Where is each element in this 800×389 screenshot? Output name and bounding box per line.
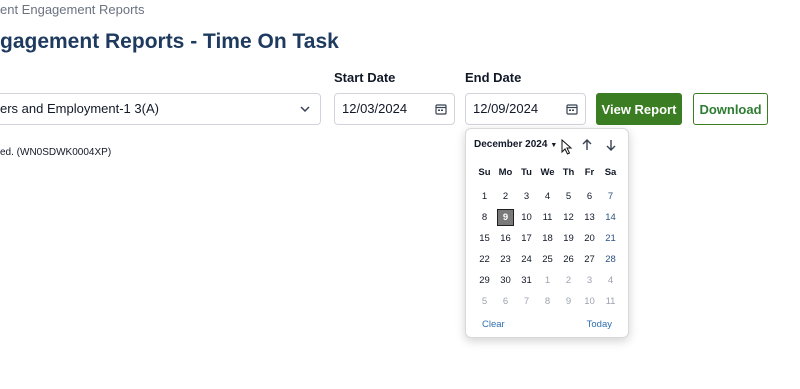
mouse-cursor-icon bbox=[561, 139, 573, 155]
end-date-label: End Date bbox=[465, 70, 522, 85]
calendar-day[interactable]: 4 bbox=[537, 186, 558, 207]
caret-down-icon: ▼ bbox=[550, 142, 558, 149]
weekday-header: Su bbox=[478, 167, 491, 178]
calendar-day[interactable]: 18 bbox=[537, 228, 558, 249]
calendar-day[interactable]: 3 bbox=[516, 186, 537, 207]
weekday-header: Th bbox=[562, 167, 575, 178]
weekday-header: Fr bbox=[584, 167, 595, 178]
breadcrumb[interactable]: ent Engagement Reports bbox=[0, 2, 145, 17]
calendar-day[interactable]: 7 bbox=[516, 291, 537, 312]
clear-button[interactable]: Clear bbox=[482, 319, 505, 330]
calendar-day[interactable]: 12 bbox=[558, 207, 579, 228]
course-select-value: ers and Employment-1 3(A) bbox=[0, 101, 159, 116]
calendar-day[interactable]: 10 bbox=[579, 291, 600, 312]
weekday-header: Tu bbox=[521, 167, 532, 178]
calendar-icon[interactable] bbox=[435, 103, 447, 115]
weekday-header: We bbox=[540, 167, 555, 178]
calendar-day[interactable]: 14 bbox=[600, 207, 621, 228]
calendar-day[interactable]: 8 bbox=[474, 207, 495, 228]
start-date-input[interactable]: 12/03/2024 bbox=[334, 93, 455, 125]
calendar-day[interactable]: 21 bbox=[600, 228, 621, 249]
end-date-value: 12/09/2024 bbox=[473, 101, 539, 116]
calendar-day[interactable]: 6 bbox=[579, 186, 600, 207]
calendar-day[interactable]: 22 bbox=[474, 249, 495, 270]
selected-day-label: 9 bbox=[497, 209, 514, 226]
calendar-day[interactable]: 7 bbox=[600, 186, 621, 207]
calendar-day[interactable]: 11 bbox=[537, 207, 558, 228]
weekday-header: Mo bbox=[498, 167, 513, 178]
info-text: ed. (WN0SDWK0004XP) bbox=[0, 147, 112, 158]
calendar-day[interactable]: 1 bbox=[474, 186, 495, 207]
calendar-day[interactable]: 8 bbox=[537, 291, 558, 312]
calendar-day[interactable]: 26 bbox=[558, 249, 579, 270]
view-report-button[interactable]: View Report bbox=[596, 93, 682, 125]
calendar-day[interactable]: 11 bbox=[600, 291, 621, 312]
calendar-day[interactable]: 6 bbox=[495, 291, 516, 312]
calendar-day[interactable]: 15 bbox=[474, 228, 495, 249]
date-picker-popup: December 2024 ▼ Su Mo Tu We Th Fr Sa 1 2 3 4 5 6 7 8 9 10… bbox=[465, 128, 629, 338]
calendar-day[interactable]: 19 bbox=[558, 228, 579, 249]
calendar-day[interactable]: 17 bbox=[516, 228, 537, 249]
arrow-up-icon[interactable] bbox=[580, 138, 594, 152]
calendar-day[interactable]: 3 bbox=[579, 270, 600, 291]
calendar-day[interactable]: 13 bbox=[579, 207, 600, 228]
calendar-icon[interactable] bbox=[566, 103, 578, 115]
calendar-day[interactable]: 30 bbox=[495, 270, 516, 291]
calendar-day[interactable]: 5 bbox=[558, 186, 579, 207]
calendar-day[interactable]: 25 bbox=[537, 249, 558, 270]
course-select[interactable]: ers and Employment-1 3(A) bbox=[0, 93, 321, 125]
calendar-day[interactable]: 27 bbox=[579, 249, 600, 270]
calendar-day[interactable]: 10 bbox=[516, 207, 537, 228]
download-button[interactable]: Download bbox=[693, 93, 768, 125]
chevron-down-icon bbox=[300, 106, 310, 113]
calendar-grid: Su Mo Tu We Th Fr Sa 1 2 3 4 5 6 7 8 9 10 11 12 13 14 15 16 17 1… bbox=[474, 165, 622, 312]
page-title: gagement Reports - Time On Task bbox=[0, 30, 339, 53]
start-date-label: Start Date bbox=[334, 70, 396, 85]
calendar-day[interactable]: 28 bbox=[600, 249, 621, 270]
calendar-day[interactable]: 5 bbox=[474, 291, 495, 312]
calendar-day[interactable]: 16 bbox=[495, 228, 516, 249]
calendar-day[interactable]: 1 bbox=[537, 270, 558, 291]
arrow-down-icon[interactable] bbox=[604, 138, 618, 152]
weekday-header: Sa bbox=[604, 167, 617, 178]
start-date-value: 12/03/2024 bbox=[342, 101, 408, 116]
calendar-day[interactable]: 23 bbox=[495, 249, 516, 270]
calendar-day[interactable]: 29 bbox=[474, 270, 495, 291]
calendar-day[interactable]: 31 bbox=[516, 270, 537, 291]
calendar-day[interactable]: 2 bbox=[495, 186, 516, 207]
calendar-day-selected[interactable]: 9 bbox=[495, 207, 516, 228]
today-button[interactable]: Today bbox=[587, 319, 612, 330]
calendar-day[interactable]: 9 bbox=[558, 291, 579, 312]
calendar-day[interactable]: 4 bbox=[600, 270, 621, 291]
end-date-input[interactable]: 12/09/2024 bbox=[465, 93, 586, 125]
calendar-day[interactable]: 2 bbox=[558, 270, 579, 291]
month-select[interactable]: December 2024 ▼ bbox=[474, 139, 557, 150]
calendar-day[interactable]: 24 bbox=[516, 249, 537, 270]
month-label: December 2024 bbox=[474, 139, 548, 150]
calendar-day[interactable]: 20 bbox=[579, 228, 600, 249]
